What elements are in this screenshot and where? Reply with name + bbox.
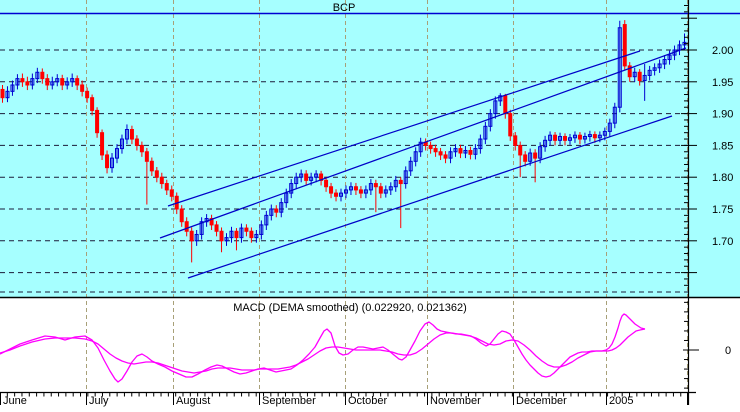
price-axis-label: 1.85 [712,140,733,152]
candle-down [244,227,249,232]
candle-down [304,173,309,181]
candle-down [0,88,5,99]
candle-down [139,144,144,153]
candle-down [20,78,25,83]
candle-down [533,152,538,159]
candle-down [169,189,174,197]
candle-down [40,71,45,80]
candle-down [95,109,100,134]
candle-down [443,154,448,159]
price-axis-label: 1.95 [712,77,733,89]
month-label: September [262,395,316,407]
month-label: July [89,395,109,407]
candle-down [438,151,443,156]
candle-down [458,148,463,154]
price-axis-label: 1.90 [712,109,733,121]
price-axis-label: 1.80 [712,172,733,184]
candle-down [179,208,184,223]
candle-down [637,71,642,82]
candle-down [189,230,194,242]
candle-down [334,192,339,197]
candle-down [353,186,358,191]
month-label: November [430,395,481,407]
candle-down [592,134,597,139]
candle-down [553,134,558,141]
candle-down [523,154,528,162]
candle-down [184,221,189,232]
candle-down [513,135,518,146]
price-axis-label: 1.75 [712,204,733,216]
candle-down [219,230,224,242]
candle-down [154,170,159,178]
candle-down [324,179,329,188]
candle-down [508,113,513,137]
candle-down [25,81,30,86]
candle-down [45,78,50,86]
candle-down [329,186,334,194]
candle-down [468,149,473,155]
macd-label: MACD (DEMA smoothed) (0.022920, 0.021362… [233,302,467,314]
price-axis-label: 1.70 [712,236,733,248]
candle-down [129,129,134,140]
candle-down [75,78,80,86]
month-label: 2005 [609,395,633,407]
candle-down [358,189,363,194]
candle-down [134,138,139,146]
candle-down [60,78,65,86]
price-axis-label: 2.00 [712,45,733,57]
chart-title: BCP [333,2,356,14]
month-label: August [176,395,210,407]
candle-down [80,84,85,92]
candle-down [433,148,438,153]
candle-down [428,144,433,150]
month-label: October [348,395,387,407]
chart-window: 2.00 1.95 1.90 1.85 1.80 1.75 1.70 June July Augu… [0,0,740,412]
price-chart: 2.00 1.95 1.90 1.85 1.80 1.75 1.70 June July Augu… [0,0,740,412]
candle-down [214,224,219,232]
month-label: June [3,395,27,407]
candle-down [249,230,254,239]
candle-down [274,208,279,213]
candle-down [144,151,149,162]
candle-down [518,144,523,156]
candle-down [159,176,164,185]
candle-down [398,179,403,185]
candle-down [503,95,508,115]
macd-zero-label: 0 [725,345,731,357]
candle-down [373,183,378,188]
candle-down [164,183,169,191]
candle-down [149,160,154,172]
main-panel-background [0,0,740,297]
month-label: December [516,395,567,407]
candle-down [85,90,90,99]
candle-down [378,186,383,194]
candle-down [100,132,105,156]
candle-down [622,24,627,67]
candle-down [234,230,239,239]
candle-down [105,154,110,169]
candle-down [577,134,582,140]
candle-down [563,135,568,141]
candle-down [90,97,95,111]
